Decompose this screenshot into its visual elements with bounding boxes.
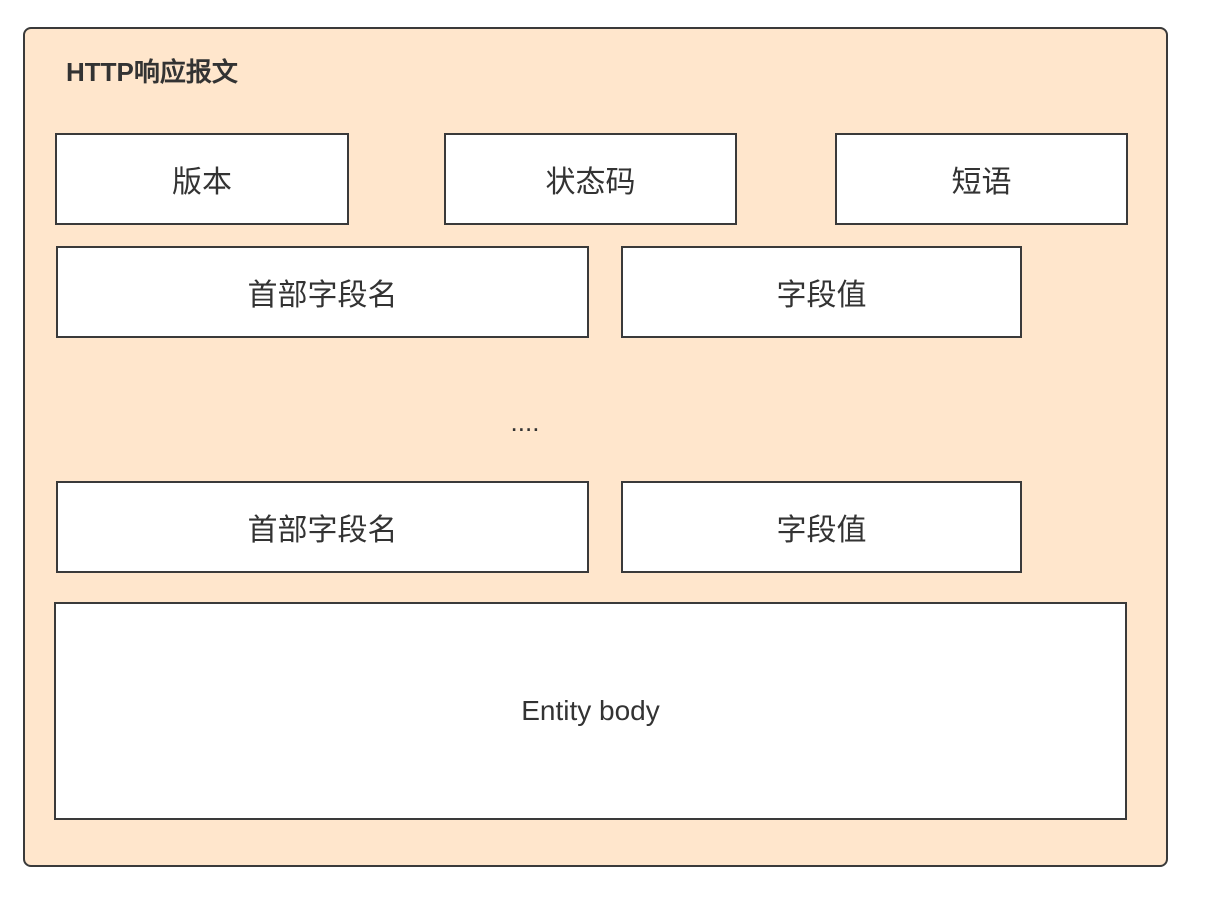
header-field-name-label: 首部字段名: [247, 279, 398, 312]
status-code-label: 状态码: [545, 166, 636, 199]
header-field-value-label: 字段值: [776, 514, 867, 547]
header-field-value-box: 字段值: [621, 481, 1022, 573]
phrase-box: 短语: [835, 133, 1128, 225]
entity-body-label: Entity body: [521, 695, 660, 726]
header-field-name-label: 首部字段名: [247, 514, 398, 547]
headers-ellipsis: ....: [510, 407, 540, 437]
entity-body-box: Entity body: [54, 602, 1127, 820]
header-field-value-box: 字段值: [621, 246, 1022, 338]
phrase-label: 短语: [951, 166, 1012, 199]
version-box: 版本: [55, 133, 349, 225]
header-field-name-box: 首部字段名: [56, 246, 589, 338]
header-field-name-box: 首部字段名: [56, 481, 589, 573]
status-code-box: 状态码: [444, 133, 737, 225]
version-label: 版本: [172, 166, 232, 199]
header-field-value-label: 字段值: [776, 279, 867, 312]
diagram-title: HTTP响应报文: [66, 57, 238, 87]
